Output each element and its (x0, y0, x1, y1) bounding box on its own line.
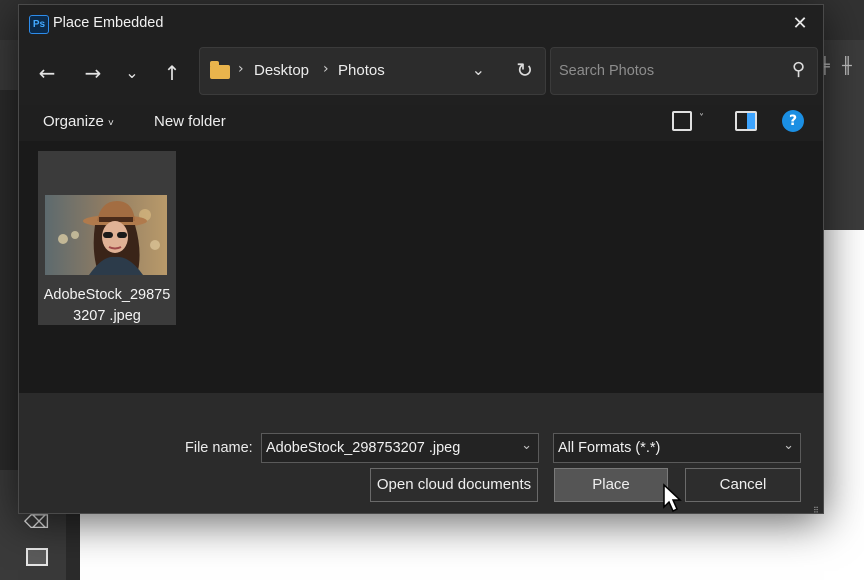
folder-icon (210, 61, 230, 79)
new-folder-button[interactable]: New folder (154, 113, 226, 130)
breadcrumb-separator: › (238, 61, 244, 77)
cancel-button[interactable]: Cancel (685, 468, 801, 502)
file-name-field-label: File name: (185, 440, 253, 456)
close-button[interactable]: ✕ (789, 13, 811, 35)
search-icon[interactable]: ⚲ (792, 59, 805, 80)
organize-caret-icon: ˅ (108, 118, 114, 129)
view-options-icon[interactable] (672, 111, 692, 131)
view-dropdown-icon[interactable]: ˅ (699, 113, 704, 124)
search-placeholder: Search Photos (559, 63, 655, 79)
chevron-down-icon: ⌄ (783, 438, 794, 453)
file-type-value: All Formats (*.*) (558, 440, 661, 456)
breadcrumb-desktop[interactable]: Desktop (254, 62, 309, 79)
file-name-label: AdobeStock_298753207 .jpeg (43, 287, 171, 324)
photoshop-app-icon: Ps (29, 15, 49, 34)
rectangle-tool-icon[interactable] (26, 548, 48, 566)
help-icon[interactable]: ? (782, 110, 804, 132)
organize-menu[interactable]: Organize ˅ (43, 113, 114, 130)
back-button[interactable]: ← (33, 59, 61, 87)
open-cloud-documents-button[interactable]: Open cloud documents (370, 468, 538, 502)
dialog-titlebar: Ps Place Embedded ✕ (19, 5, 823, 43)
recent-locations-button[interactable]: ⌄ (118, 59, 146, 87)
dialog-title: Place Embedded (53, 15, 164, 31)
breadcrumb-separator: › (323, 61, 329, 77)
distribute-icon[interactable]: ╫ (842, 56, 852, 75)
organize-label: Organize (43, 113, 104, 130)
preview-pane-icon[interactable] (735, 111, 757, 131)
photoshop-right-panel: ╪ ╫ (820, 40, 864, 230)
refresh-icon[interactable]: ↻ (516, 58, 533, 82)
place-button[interactable]: Place (554, 468, 668, 502)
resize-grip-icon[interactable]: ⠿ (813, 506, 819, 515)
address-dropdown-icon[interactable]: ⌄ (472, 60, 485, 79)
forward-button[interactable]: → (79, 59, 107, 87)
eraser-tool-icon[interactable]: ⌫ (24, 512, 49, 533)
address-bar[interactable]: › Desktop › Photos ⌄ ↻ (199, 47, 546, 95)
file-name-field[interactable]: AdobeStock_298753207 .jpeg ⌄ (261, 433, 539, 463)
chevron-down-icon[interactable]: ⌄ (521, 438, 532, 453)
up-button[interactable]: ↑ (158, 59, 186, 87)
breadcrumb-photos[interactable]: Photos (338, 62, 385, 79)
image-thumbnail[interactable] (45, 195, 167, 275)
mouse-cursor-icon (663, 483, 682, 513)
file-name-value: AdobeStock_298753207 .jpeg (266, 440, 461, 456)
place-embedded-dialog: Ps Place Embedded ✕ ← → ⌄ ↑ › Desktop › … (18, 4, 824, 515)
search-input[interactable]: Search Photos ⚲ (550, 47, 818, 95)
file-type-select[interactable]: All Formats (*.*) ⌄ (553, 433, 801, 463)
